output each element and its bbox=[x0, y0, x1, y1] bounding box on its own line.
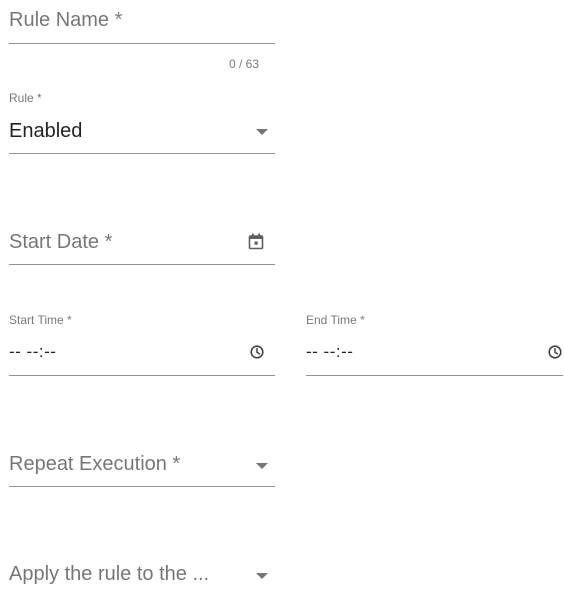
dropdown-arrow-icon[interactable] bbox=[255, 462, 269, 470]
start-time-value: -- --:-- bbox=[9, 342, 57, 361]
rule-select[interactable]: Enabled bbox=[9, 110, 275, 154]
start-date-field[interactable]: Start Date * bbox=[9, 220, 275, 265]
apply-rule-select[interactable]: Apply the rule to the ... bbox=[9, 552, 275, 596]
dropdown-arrow-icon[interactable] bbox=[255, 128, 269, 136]
rule-select-value: Enabled bbox=[9, 120, 83, 142]
start-time-label: Start Time * bbox=[9, 313, 72, 327]
start-date-placeholder: Start Date * bbox=[9, 231, 113, 253]
rule-name-field[interactable]: Rule Name * bbox=[9, 0, 275, 44]
end-time-value: -- --:-- bbox=[306, 342, 354, 361]
rule-name-counter: 0 / 63 bbox=[229, 57, 260, 71]
repeat-execution-select[interactable]: Repeat Execution * bbox=[9, 442, 275, 487]
clock-icon[interactable] bbox=[250, 345, 264, 359]
repeat-execution-placeholder: Repeat Execution * bbox=[9, 453, 181, 475]
clock-icon[interactable] bbox=[548, 345, 562, 359]
apply-rule-placeholder: Apply the rule to the ... bbox=[9, 563, 210, 585]
end-time-label: End Time * bbox=[306, 313, 365, 327]
rule-label: Rule * bbox=[9, 91, 42, 105]
rule-name-placeholder: Rule Name * bbox=[9, 9, 123, 31]
dropdown-arrow-icon[interactable] bbox=[255, 572, 269, 580]
end-time-field[interactable]: -- --:-- bbox=[306, 332, 563, 376]
calendar-icon[interactable] bbox=[248, 233, 264, 250]
start-time-field[interactable]: -- --:-- bbox=[9, 332, 275, 376]
